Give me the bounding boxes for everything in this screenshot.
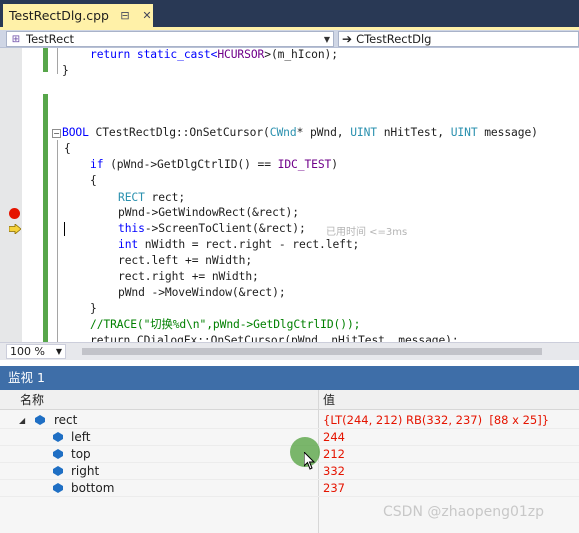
watch-header: 名称 值 — [0, 390, 579, 410]
expander-icon[interactable]: ◢ — [19, 416, 25, 425]
watch-name: left — [71, 430, 91, 444]
arrow-right-icon: ➔ — [342, 32, 353, 46]
watch-name: top — [71, 447, 91, 461]
code-line: return static_cast<HCURSOR>(m_hIcon); — [90, 48, 338, 61]
watermark: CSDN @zhaopeng01zp — [383, 504, 545, 520]
code-line: pWnd ->MoveWindow(&rect); — [118, 286, 286, 299]
navigation-bar: ⊞ TestRect ▼ ➔ CTestRectDlg — [0, 30, 579, 48]
perftip-elapsed-time[interactable]: 已用时间 <=3ms — [326, 223, 407, 238]
zoom-value: 100 % — [10, 345, 45, 358]
scrollbar-thumb[interactable] — [82, 348, 542, 355]
code-line: rect.left += nWidth; — [118, 254, 253, 267]
watch-row-right[interactable]: right 332 — [0, 463, 579, 480]
watch-row-rect[interactable]: ◢ rect {LT(244, 212) RB(332, 237) [88 x … — [0, 412, 579, 429]
tab-testrectdlg-cpp[interactable]: TestRectDlg.cpp ⊟ ✕ — [3, 4, 153, 27]
code-line: if (pWnd->GetDlgCtrlID() == IDC_TEST) — [90, 158, 338, 171]
mouse-pointer-icon — [304, 452, 316, 470]
watch-name: right — [71, 464, 100, 478]
field-icon — [53, 449, 63, 459]
collapse-toggle[interactable]: − — [52, 129, 61, 138]
code-editor[interactable]: return static_cast<HCURSOR>(m_hIcon); } … — [0, 48, 579, 342]
zoom-dropdown[interactable]: 100 % ▼ — [6, 344, 66, 359]
chevron-down-icon[interactable]: ▼ — [321, 35, 333, 44]
pin-icon[interactable]: ⊟ — [119, 9, 131, 22]
outline-line — [57, 140, 58, 342]
close-icon[interactable]: ✕ — [141, 9, 153, 22]
scope-value: TestRect — [26, 32, 75, 46]
tab-label: TestRectDlg.cpp — [9, 8, 109, 23]
watch-row-left[interactable]: left 244 — [0, 429, 579, 446]
code-comment-line: //TRACE("切换%d\n",pWnd->GetDlgCtrlID()); — [90, 318, 361, 331]
code-line: int nWidth = rect.right - rect.left; — [118, 238, 360, 251]
scope-dropdown[interactable]: ⊞ TestRect ▼ — [6, 31, 334, 47]
code-line: BOOL CTestRectDlg::OnSetCursor(CWnd* pWn… — [62, 126, 538, 139]
watch-name: rect — [54, 413, 78, 427]
code-line: pWnd->GetWindowRect(&rect); — [118, 206, 299, 219]
editor-status-bar: 100 % ▼ — [0, 342, 579, 360]
watch-panel-title[interactable]: 监视 1 — [0, 366, 579, 390]
watch-row-bottom[interactable]: bottom 237 — [0, 480, 579, 497]
code-line: { — [64, 142, 71, 155]
field-icon — [53, 432, 63, 442]
field-icon — [53, 483, 63, 493]
member-dropdown[interactable]: ➔ CTestRectDlg — [338, 31, 579, 47]
class-icon: ⊞ — [11, 33, 21, 45]
column-header-name[interactable]: 名称 — [20, 390, 44, 410]
column-header-value[interactable]: 值 — [323, 390, 335, 410]
change-bar — [43, 94, 48, 342]
code-line: this->ScreenToClient(&rect); — [118, 222, 306, 235]
code-line: { — [90, 174, 97, 187]
member-value: CTestRectDlg — [356, 32, 432, 46]
watch-value: 332 — [323, 464, 345, 478]
variable-icon — [35, 415, 45, 425]
current-statement-arrow-icon — [9, 224, 21, 234]
code-line: } — [62, 64, 69, 77]
document-tab-strip: TestRectDlg.cpp ⊟ ✕ — [0, 0, 579, 27]
chevron-down-icon[interactable]: ▼ — [53, 347, 65, 356]
breakpoint-icon[interactable] — [9, 208, 20, 219]
indicator-margin[interactable] — [0, 48, 22, 342]
code-line: } — [90, 302, 97, 315]
text-caret — [64, 222, 65, 236]
watch-value: {LT(244, 212) RB(332, 237) [88 x 25]} — [323, 413, 550, 427]
code-line: RECT rect; — [118, 191, 186, 204]
field-icon — [53, 466, 63, 476]
code-line: return CDialogEx::OnSetCursor(pWnd, nHit… — [90, 334, 459, 342]
code-line: rect.right += nWidth; — [118, 270, 259, 283]
watch-value: 237 — [323, 481, 345, 495]
watch-value: 212 — [323, 447, 345, 461]
horizontal-scrollbar[interactable] — [70, 347, 575, 356]
outline-line — [57, 48, 58, 74]
watch-name: bottom — [71, 481, 115, 495]
watch-value: 244 — [323, 430, 345, 444]
change-bar — [43, 48, 48, 72]
